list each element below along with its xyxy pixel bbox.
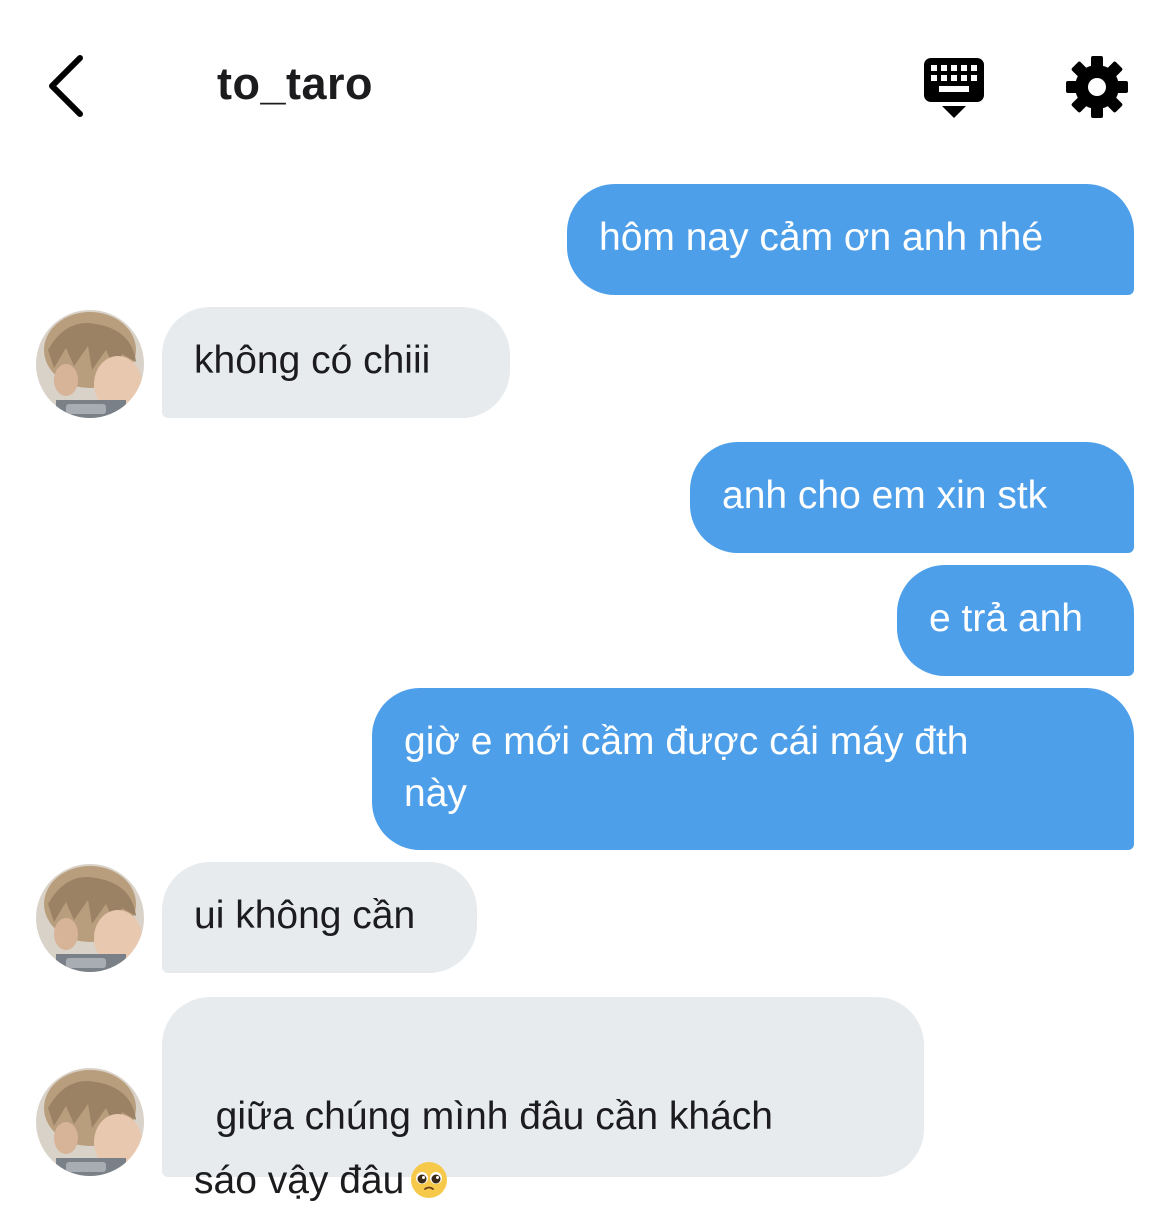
sent-message-bubble[interactable]: anh cho em xin stk: [690, 442, 1134, 553]
avatar[interactable]: [36, 1068, 144, 1176]
back-button[interactable]: [40, 52, 100, 122]
received-message-bubble[interactable]: không có chiii: [162, 307, 510, 418]
pleading-face-emoji-icon: [411, 1162, 448, 1198]
sent-message-bubble[interactable]: e trả anh: [897, 565, 1134, 676]
received-message-bubble[interactable]: ui không cần: [162, 862, 477, 973]
chat-header: to_taro: [0, 0, 1166, 170]
chevron-left-icon: [49, 55, 83, 117]
sent-message-bubble[interactable]: giờ e mới cầm được cái máy đth này: [372, 688, 1134, 850]
message-text: giữa chúng mình đâu cần khách sáo vậy đâ…: [194, 1095, 773, 1202]
avatar[interactable]: [36, 864, 144, 972]
keyboard-icon: [924, 58, 984, 118]
sent-message-bubble[interactable]: hôm nay cảm ơn anh nhé: [567, 184, 1134, 295]
chat-title[interactable]: to_taro: [217, 58, 373, 110]
gear-icon: [1066, 56, 1128, 118]
settings-button[interactable]: [1064, 54, 1130, 120]
avatar[interactable]: [36, 310, 144, 418]
keyboard-button[interactable]: [918, 52, 990, 122]
received-message-bubble[interactable]: giữa chúng mình đâu cần khách sáo vậy đâ…: [162, 997, 924, 1202]
